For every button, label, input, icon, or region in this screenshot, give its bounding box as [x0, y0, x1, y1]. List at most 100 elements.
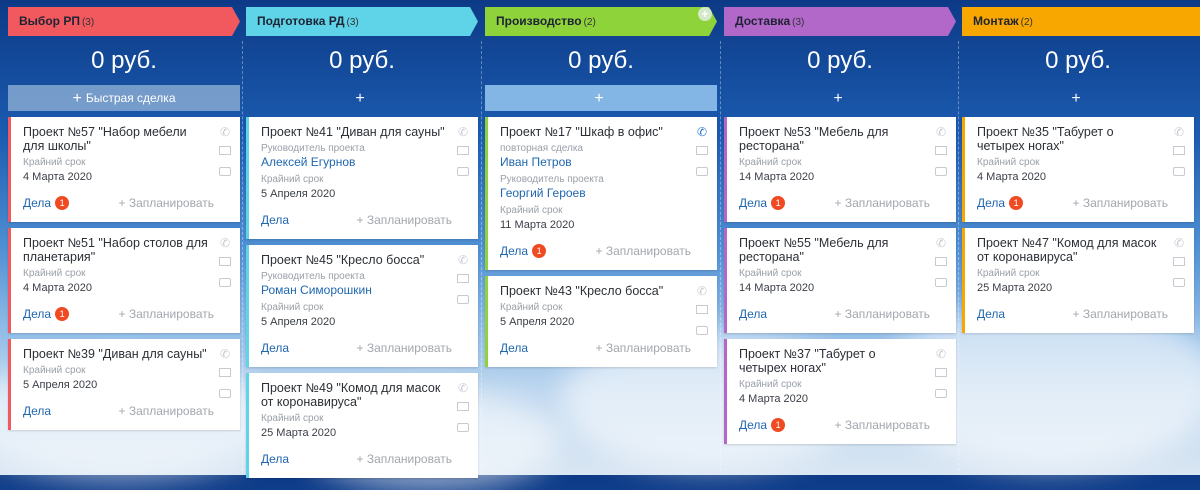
- deal-card[interactable]: Проект №17 "Шкаф в офис" повторная сделка…: [485, 117, 717, 270]
- deal-title[interactable]: Проект №53 "Мебель для ресторана": [739, 125, 926, 153]
- stage-header[interactable]: Производство (2): [485, 7, 717, 36]
- quick-deal-button[interactable]: + Быстрая сделка: [8, 85, 240, 111]
- schedule-link[interactable]: + Запланировать: [1072, 307, 1168, 321]
- mail-icon[interactable]: [695, 305, 709, 319]
- deal-card[interactable]: Проект №37 "Табурет о четырех ногах" Край…: [724, 339, 956, 444]
- schedule-link[interactable]: + Запланировать: [595, 341, 691, 355]
- deal-title[interactable]: Проект №49 "Комод для масок от коронавир…: [261, 381, 448, 409]
- chat-icon[interactable]: [934, 278, 948, 292]
- mail-icon[interactable]: [456, 274, 470, 288]
- add-deal-button[interactable]: +: [962, 85, 1194, 111]
- deal-title[interactable]: Проект №51 "Набор столов для планетария": [23, 236, 210, 264]
- mail-icon[interactable]: [456, 146, 470, 160]
- chat-icon[interactable]: [218, 278, 232, 292]
- deals-link[interactable]: Дела: [739, 307, 767, 321]
- deals-link[interactable]: Дела: [23, 196, 51, 210]
- phone-icon[interactable]: ✆: [934, 236, 948, 250]
- deal-card[interactable]: Проект №41 "Диван для сауны" Руководитель…: [246, 117, 478, 239]
- chat-icon[interactable]: [1172, 167, 1186, 181]
- mail-icon[interactable]: [218, 368, 232, 382]
- mail-icon[interactable]: [1172, 257, 1186, 271]
- deal-title[interactable]: Проект №35 "Табурет о четырех ногах": [977, 125, 1164, 153]
- chat-icon[interactable]: [218, 167, 232, 181]
- mail-icon[interactable]: [934, 257, 948, 271]
- phone-icon[interactable]: ✆: [695, 284, 709, 298]
- deal-title[interactable]: Проект №57 "Набор мебели для школы": [23, 125, 210, 153]
- chat-icon[interactable]: [695, 167, 709, 181]
- chat-icon[interactable]: [456, 295, 470, 309]
- phone-icon[interactable]: ✆: [218, 125, 232, 139]
- deal-title[interactable]: Проект №17 "Шкаф в офис": [500, 125, 687, 139]
- schedule-link[interactable]: + Запланировать: [1072, 196, 1168, 210]
- deal-card[interactable]: Проект №35 "Табурет о четырех ногах" Край…: [962, 117, 1194, 222]
- schedule-link[interactable]: + Запланировать: [356, 341, 452, 355]
- phone-icon[interactable]: ✆: [456, 125, 470, 139]
- responsible-person-link[interactable]: Роман Симорошкин: [261, 283, 448, 298]
- chat-icon[interactable]: [695, 326, 709, 340]
- deals-link[interactable]: Дела: [739, 418, 767, 432]
- mail-icon[interactable]: [456, 402, 470, 416]
- schedule-link[interactable]: + Запланировать: [595, 244, 691, 258]
- stage-header[interactable]: Подготовка РД (3): [246, 7, 478, 36]
- deals-link[interactable]: Дела: [23, 307, 51, 321]
- deal-card[interactable]: Проект №55 "Мебель для ресторана" Крайний…: [724, 228, 956, 333]
- phone-icon[interactable]: ✆: [1172, 236, 1186, 250]
- phone-icon[interactable]: ✆: [934, 125, 948, 139]
- chat-icon[interactable]: [934, 167, 948, 181]
- mail-icon[interactable]: [1172, 146, 1186, 160]
- add-stage-icon[interactable]: +: [698, 7, 712, 21]
- deal-title[interactable]: Проект №45 "Кресло босса": [261, 253, 448, 267]
- deal-card[interactable]: Проект №49 "Комод для масок от коронавир…: [246, 373, 478, 478]
- deal-card[interactable]: Проект №43 "Кресло босса" Крайний срок 5 А…: [485, 276, 717, 367]
- stage-header[interactable]: Монтаж (2): [962, 7, 1200, 36]
- deals-link[interactable]: Дела: [977, 307, 1005, 321]
- deal-card[interactable]: Проект №45 "Кресло босса" Руководитель пр…: [246, 245, 478, 367]
- deal-card[interactable]: Проект №47 "Комод для масок от коронавир…: [962, 228, 1194, 333]
- schedule-link[interactable]: + Запланировать: [118, 196, 214, 210]
- add-deal-button[interactable]: +: [246, 85, 478, 111]
- schedule-link[interactable]: + Запланировать: [356, 213, 452, 227]
- responsible-person-link[interactable]: Алексей Егурнов: [261, 155, 448, 170]
- deal-title[interactable]: Проект №39 "Диван для сауны": [23, 347, 210, 361]
- deal-title[interactable]: Проект №41 "Диван для сауны": [261, 125, 448, 139]
- stage-header[interactable]: Доставка (3): [724, 7, 956, 36]
- chat-icon[interactable]: [456, 167, 470, 181]
- mail-icon[interactable]: [218, 146, 232, 160]
- deals-link[interactable]: Дела: [23, 404, 51, 418]
- schedule-link[interactable]: + Запланировать: [834, 418, 930, 432]
- deals-link[interactable]: Дела: [500, 341, 528, 355]
- stage-header[interactable]: Выбор РП (3): [8, 7, 240, 36]
- phone-icon[interactable]: ✆: [456, 253, 470, 267]
- deal-card[interactable]: Проект №53 "Мебель для ресторана" Крайний…: [724, 117, 956, 222]
- mail-icon[interactable]: [934, 146, 948, 160]
- phone-icon[interactable]: ✆: [218, 236, 232, 250]
- schedule-link[interactable]: + Запланировать: [118, 404, 214, 418]
- chat-icon[interactable]: [934, 389, 948, 403]
- deals-link[interactable]: Дела: [261, 341, 289, 355]
- schedule-link[interactable]: + Запланировать: [356, 452, 452, 466]
- deal-card[interactable]: Проект №51 "Набор столов для планетария"…: [8, 228, 240, 333]
- add-deal-button[interactable]: +: [724, 85, 956, 111]
- deal-title[interactable]: Проект №55 "Мебель для ресторана": [739, 236, 926, 264]
- responsible-person-link[interactable]: Георгий Героев: [500, 186, 687, 201]
- phone-icon[interactable]: ✆: [934, 347, 948, 361]
- chat-icon[interactable]: [1172, 278, 1186, 292]
- phone-icon[interactable]: ✆: [456, 381, 470, 395]
- schedule-link[interactable]: + Запланировать: [834, 307, 930, 321]
- mail-icon[interactable]: [934, 368, 948, 382]
- mail-icon[interactable]: [695, 146, 709, 160]
- deals-link[interactable]: Дела: [977, 196, 1005, 210]
- deal-title[interactable]: Проект №37 "Табурет о четырех ногах": [739, 347, 926, 375]
- phone-icon[interactable]: ✆: [1172, 125, 1186, 139]
- deal-title[interactable]: Проект №43 "Кресло босса": [500, 284, 687, 298]
- mail-icon[interactable]: [218, 257, 232, 271]
- deals-link[interactable]: Дела: [261, 213, 289, 227]
- add-deal-button[interactable]: +: [485, 85, 717, 111]
- deal-card[interactable]: Проект №57 "Набор мебели для школы" Крайн…: [8, 117, 240, 222]
- phone-icon[interactable]: ✆: [218, 347, 232, 361]
- chat-icon[interactable]: [218, 389, 232, 403]
- responsible-person-link[interactable]: Иван Петров: [500, 155, 687, 170]
- phone-icon[interactable]: ✆: [695, 125, 709, 139]
- deal-card[interactable]: Проект №39 "Диван для сауны" Крайний срок…: [8, 339, 240, 430]
- schedule-link[interactable]: + Запланировать: [118, 307, 214, 321]
